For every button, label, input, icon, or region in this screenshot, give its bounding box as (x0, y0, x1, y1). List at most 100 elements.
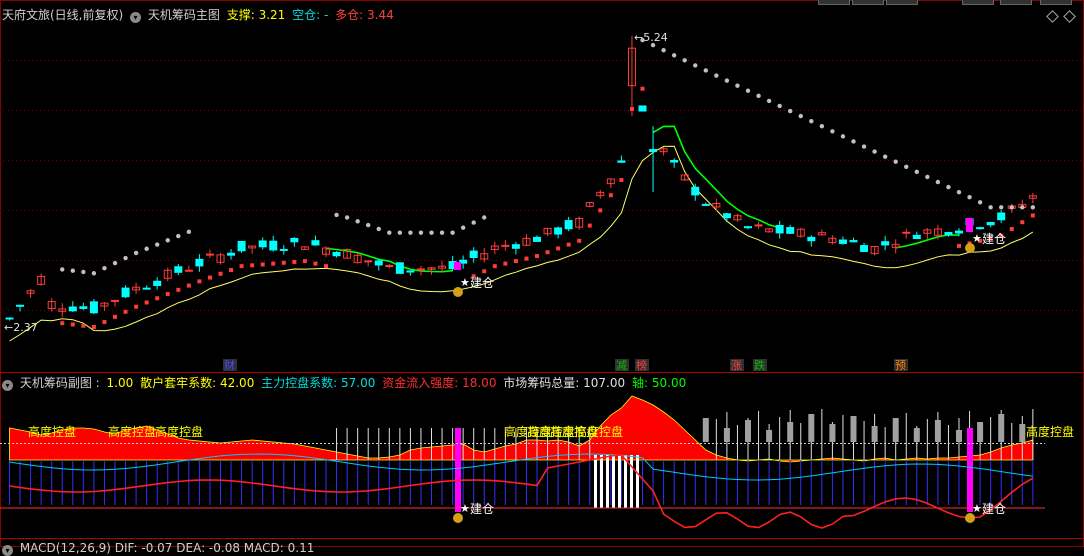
candle-body (258, 240, 267, 248)
resistance-dot (176, 233, 181, 239)
resistance-dot (967, 195, 972, 200)
support-dot (503, 261, 508, 266)
star-icon: ★ (972, 502, 982, 515)
support-dot (207, 275, 212, 280)
stripe-bar (612, 455, 615, 508)
support-dot (123, 309, 128, 314)
resistance-dot (893, 159, 898, 164)
sub-indicator-name[interactable]: 天机筹码副图 (20, 376, 92, 390)
toolbar-button[interactable] (886, 0, 918, 5)
support-dot (629, 107, 634, 112)
toolbar-button[interactable] (962, 0, 994, 5)
support-dot (176, 287, 181, 292)
long-label: 多仓: (335, 8, 364, 22)
candle-body (68, 306, 77, 312)
stripe-bar (618, 455, 621, 508)
event-tag: 涨 (731, 359, 742, 372)
support-dot (556, 246, 561, 251)
high-price-label: ←5.24 (634, 31, 668, 44)
event-tag: 减 (616, 359, 627, 372)
resistance-dot (999, 205, 1004, 210)
resistance-dot (144, 246, 149, 251)
control-label: 高度控盘 (28, 424, 76, 439)
support-dot (619, 177, 624, 182)
resistance-dot (408, 230, 413, 235)
candle-body (701, 203, 710, 206)
kline-chart[interactable]: 高度控盘 高度控盘高度控盘 高度控盘高度控盘高度控盘高度控盘 高度控盘★ 建仓 ★ 建仓 ←… (0, 0, 1084, 547)
control-label: 高度控盘 (575, 424, 623, 439)
retail-value: 42.00 (219, 376, 255, 390)
moving-average-line (9, 125, 1034, 342)
control-label: 高度控盘 (108, 424, 156, 439)
candle-body (533, 236, 541, 242)
resistance-dot (745, 88, 751, 93)
build-label: 建仓 (982, 502, 1006, 516)
control-label: 高度控盘 (1026, 424, 1074, 439)
candle-body (79, 306, 88, 309)
long-value: 3.44 (367, 8, 394, 22)
chip-block (702, 418, 709, 442)
main-indicator-name[interactable]: 天机筹码主图 (148, 8, 220, 22)
support-dot (524, 256, 529, 261)
chevron-down-icon[interactable]: ▾ (2, 380, 13, 391)
support-label: 支撑: (226, 8, 255, 22)
chevron-down-icon[interactable]: ▾ (130, 12, 142, 23)
candle-body (5, 317, 14, 320)
resistance-dot (344, 215, 350, 220)
toolbar-button[interactable] (818, 0, 850, 5)
stripe-bar (594, 455, 597, 508)
resistance-dot (703, 68, 708, 73)
candle-body (501, 244, 510, 247)
signal-bar (966, 218, 973, 232)
resistance-dot (418, 230, 424, 235)
support-dot (60, 321, 65, 326)
macd-text: MACD(12,26,9) DIF: -0.07 DEA: -0.08 MACD… (19, 541, 315, 555)
resistance-dot (91, 271, 97, 276)
candle-body (670, 159, 679, 163)
star-icon: ★ (972, 232, 982, 245)
candle-body (986, 221, 995, 226)
resistance-dot (977, 200, 983, 205)
axis-label: 轴: (631, 376, 649, 390)
candle-body (16, 304, 25, 307)
build-label: 建仓 (470, 502, 494, 516)
candle-body (881, 241, 890, 246)
candle-body (227, 252, 236, 256)
candle-body (976, 227, 985, 230)
build-label: 建仓 (982, 232, 1006, 246)
support-dot (229, 267, 234, 272)
toolbar-button[interactable] (1040, 0, 1072, 5)
support-dot (587, 223, 592, 228)
chip-block (871, 426, 878, 442)
support-dot (281, 260, 286, 265)
stop-dots (60, 37, 1036, 329)
chip-block (998, 414, 1005, 442)
support-dot (260, 262, 265, 267)
candle-body (807, 236, 816, 242)
stripe-bar (624, 455, 627, 508)
support-dot (324, 264, 328, 269)
support-dot (513, 259, 518, 264)
candle-body (722, 213, 731, 219)
resistance-dot (861, 144, 867, 149)
candle-body (121, 287, 130, 298)
support-dot (492, 264, 497, 269)
stripe-bar (636, 455, 639, 508)
support-dot (566, 242, 571, 247)
candlesticks (5, 36, 1037, 321)
candle-body (89, 301, 98, 314)
candle-body (691, 186, 700, 196)
fund-label: 资金流入强度: (382, 376, 459, 390)
toolbar-button[interactable] (852, 0, 884, 5)
resistance-dot (165, 238, 170, 243)
resistance-dot (1009, 205, 1014, 210)
candle-body (142, 287, 151, 290)
stock-title[interactable]: 天府文旅(日线,前复权) (2, 8, 123, 22)
stripe-bar (606, 455, 609, 508)
empty-label: 空仓: (292, 8, 321, 22)
candle-body (638, 105, 647, 112)
macd-header: ▾ MACD(12,26,9) DIF: -0.07 DEA: -0.08 MA… (2, 540, 317, 556)
toolbar-button[interactable] (1000, 0, 1032, 5)
chip-block (829, 424, 836, 442)
resistance-dot (925, 174, 930, 180)
